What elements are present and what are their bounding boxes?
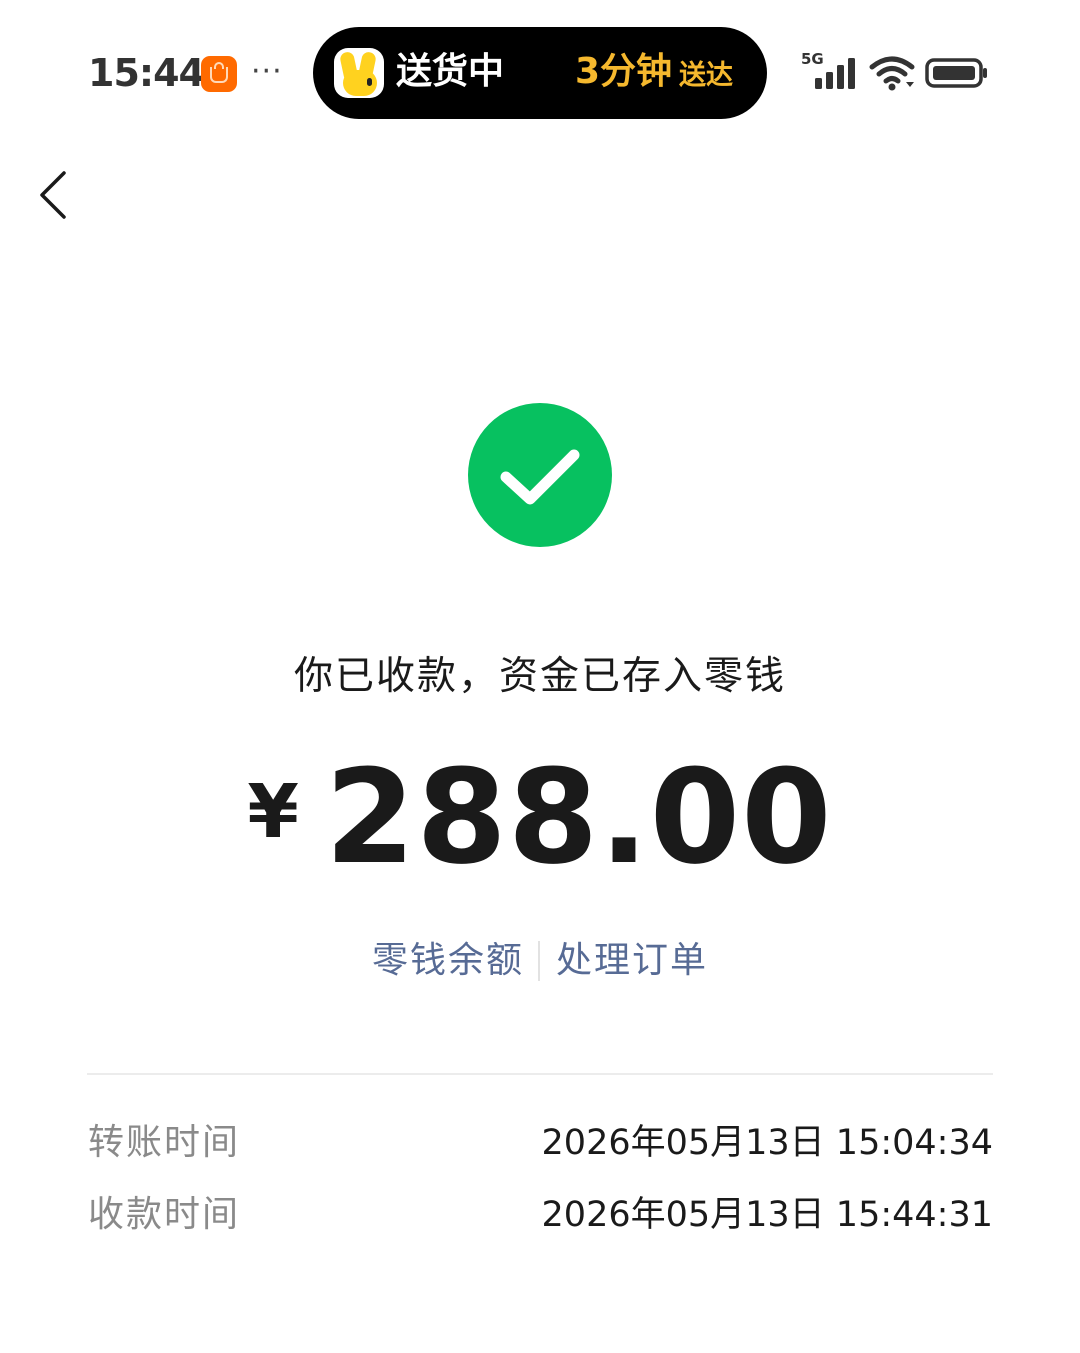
cellular-signal-icon: [815, 58, 855, 89]
delivery-app-logo-icon: [334, 48, 384, 98]
detail-label: 转账时间: [88, 1122, 241, 1163]
detail-value: 2026年05月13日 15:44:31: [541, 1195, 993, 1235]
chevron-left-icon: [40, 171, 66, 219]
process-order-link[interactable]: 处理订单: [556, 936, 708, 986]
shopping-bag-icon: [201, 56, 237, 92]
divider: [87, 1073, 993, 1075]
amount-value: 288.00: [324, 741, 833, 893]
back-button[interactable]: [28, 163, 84, 227]
more-notifications-icon: ···: [251, 54, 283, 89]
battery-icon: [925, 58, 987, 88]
balance-link[interactable]: 零钱余额: [372, 936, 524, 986]
currency-symbol: ¥: [247, 769, 299, 855]
amount-display: ¥288.00: [0, 752, 1080, 882]
action-links: 零钱余额 处理订单: [0, 935, 1080, 986]
delivery-eta-suffix: 送达: [679, 60, 733, 91]
delivery-eta: 3分钟: [575, 51, 673, 92]
link-separator: [538, 941, 540, 981]
detail-row-receive-time: 收款时间 2026年05月13日 15:44:31: [88, 1190, 993, 1240]
wifi-icon: [869, 56, 915, 91]
status-time: 15:44: [88, 51, 205, 95]
detail-label: 收款时间: [88, 1194, 241, 1235]
check-circle-icon: [468, 403, 612, 547]
delivery-status: 送货中: [396, 51, 505, 92]
detail-value: 2026年05月13日 15:04:34: [541, 1123, 993, 1163]
detail-row-transfer-time: 转账时间 2026年05月13日 15:04:34: [88, 1118, 993, 1168]
result-message: 你已收款，资金已存入零钱: [293, 654, 786, 699]
delivery-live-activity[interactable]: 送货中 3分钟 送达: [313, 27, 767, 119]
